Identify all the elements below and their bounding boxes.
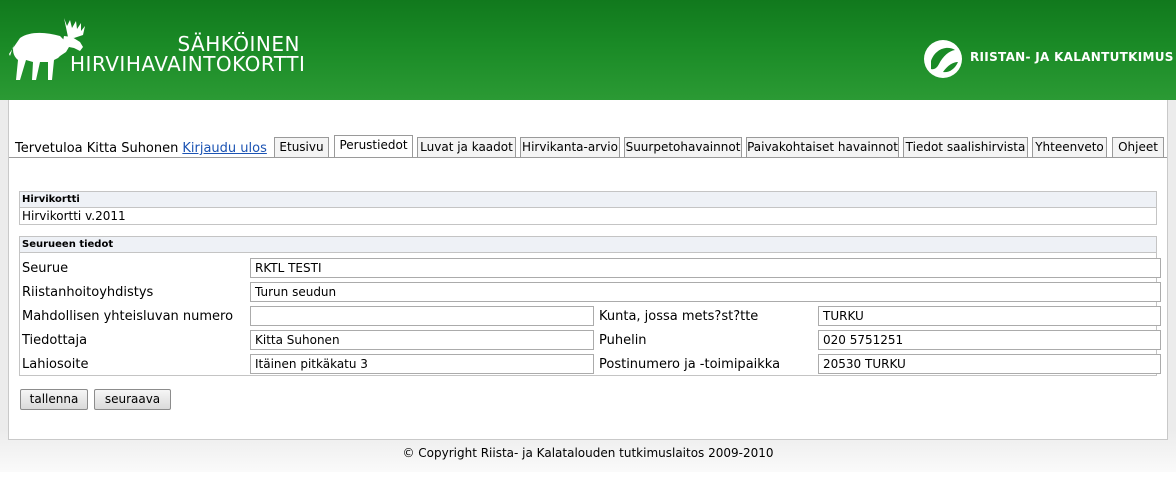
tab-etusivu[interactable]: Etusivu	[274, 137, 329, 157]
card-section: Hirvikortti Hirvikortti v.2011	[19, 191, 1157, 225]
municipality-field[interactable]: TURKU	[818, 306, 1161, 326]
org-name: RIISTAN- JA KALANTUTKIMUS	[970, 50, 1174, 64]
welcome-text: Tervetuloa Kitta Suhonen	[15, 141, 179, 156]
rhy-label: Riistanhoitoyhdistys	[22, 285, 154, 300]
welcome-bar: Tervetuloa Kitta Suhonen Kirjaudu ulos	[15, 141, 267, 156]
seurue-label: Seurue	[22, 261, 69, 276]
municipality-label: Kunta, jossa mets?st?tte	[599, 309, 759, 324]
address-label: Lahiosoite	[22, 357, 89, 372]
address-field[interactable]: Itäinen pitkäkatu 3	[250, 354, 594, 374]
fish-leaf-icon	[924, 40, 962, 78]
tab-suurpetohavainnot[interactable]: Suurpetohavainnot	[624, 137, 742, 157]
card-section-heading: Hirvikortti	[20, 192, 1156, 208]
content-container: Tervetuloa Kitta Suhonen Kirjaudu ulos Et…	[8, 100, 1168, 440]
next-button[interactable]: seuraava	[94, 389, 171, 410]
save-button[interactable]: tallenna	[20, 389, 88, 410]
site-title-line2: HIRVIHAVAINTOKORTTI	[70, 52, 306, 76]
footer-copyright: © Copyright Riista- ja Kalatalouden tutk…	[402, 446, 774, 460]
tab-tiedot-saalishirvista[interactable]: Tiedot saalishirvista	[903, 137, 1028, 157]
site-header: SÄHKÖINEN HIRVIHAVAINTOKORTTI RIISTAN- J…	[0, 0, 1176, 100]
contact-label: Tiedottaja	[22, 333, 88, 348]
logout-link[interactable]: Kirjaudu ulos	[182, 141, 267, 156]
tab-divider	[9, 157, 1167, 158]
postal-field[interactable]: 20530 TURKU	[818, 354, 1161, 374]
rhy-field[interactable]: Turun seudun	[250, 282, 1161, 302]
tab-paivakohtaiset-havainnot[interactable]: Paivakohtaiset havainnot	[746, 137, 899, 157]
party-section: Seurueen tiedot Seurue RKTL TESTI Riista…	[19, 236, 1161, 376]
card-version: Hirvikortti v.2011	[22, 209, 126, 223]
phone-field[interactable]: 020 5751251	[818, 330, 1161, 350]
tab-luvat-ja-kaadot[interactable]: Luvat ja kaadot	[417, 137, 516, 157]
tab-ohjeet[interactable]: Ohjeet	[1112, 137, 1164, 157]
tab-perustiedot[interactable]: Perustiedot	[334, 135, 413, 158]
permit-number-field[interactable]	[250, 306, 594, 326]
tab-yhteenveto[interactable]: Yhteenveto	[1032, 137, 1107, 157]
permit-number-label: Mahdollisen yhteisluvan numero	[22, 309, 234, 324]
postal-label: Postinumero ja -toimipaikka	[599, 357, 781, 372]
party-section-heading: Seurueen tiedot	[20, 237, 1156, 253]
tab-hirvikanta-arvio[interactable]: Hirvikanta-arvio	[520, 137, 620, 157]
contact-field[interactable]: Kitta Suhonen	[250, 330, 594, 350]
seurue-field[interactable]: RKTL TESTI	[250, 258, 1161, 278]
phone-label: Puhelin	[599, 333, 647, 348]
